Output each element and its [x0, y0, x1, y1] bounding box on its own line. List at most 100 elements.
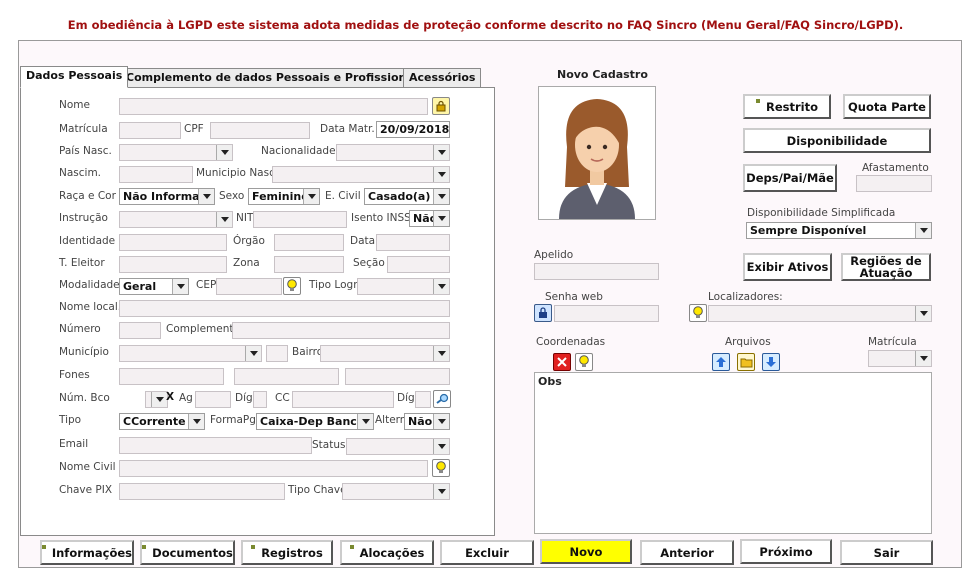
- marker-dot: [42, 545, 46, 549]
- disp-simplificada-select[interactable]: Sempre Disponível: [746, 222, 932, 239]
- disponibilidade-button[interactable]: Disponibilidade: [743, 128, 931, 153]
- instrucao-select[interactable]: [119, 211, 233, 228]
- lock-icon[interactable]: [432, 97, 450, 115]
- municipio-uf-input[interactable]: [266, 345, 288, 362]
- dig-ag-label: Díg: [235, 392, 253, 404]
- nacionalidade-select[interactable]: [336, 144, 450, 161]
- lightbulb-icon[interactable]: [575, 353, 593, 371]
- exibir-ativos-button[interactable]: Exibir Ativos: [743, 253, 832, 281]
- pais-nasc-select[interactable]: [119, 144, 233, 161]
- photo-frame[interactable]: [538, 86, 656, 220]
- sexo-label: Sexo: [219, 190, 245, 202]
- afastamento-label: Afastamento: [862, 162, 929, 174]
- estado-civil-select[interactable]: Casado(a): [364, 188, 450, 205]
- formapg-label: FormaPg:: [210, 414, 260, 426]
- proximo-label: Próximo: [759, 544, 813, 559]
- novo-button[interactable]: Novo: [540, 539, 632, 564]
- cc-input[interactable]: [292, 391, 394, 408]
- chave-pix-input[interactable]: [119, 483, 285, 500]
- matricula-right-select[interactable]: [868, 350, 932, 367]
- tipo-label: Tipo: [59, 414, 82, 426]
- restrito-label: Restrito: [765, 99, 818, 114]
- senha-web-input[interactable]: [554, 305, 659, 322]
- search-icon[interactable]: [433, 390, 451, 408]
- dig-ag-input[interactable]: [253, 391, 267, 408]
- apelido-input[interactable]: [534, 263, 659, 280]
- anterior-button[interactable]: Anterior: [640, 540, 734, 565]
- tipo-chave-select[interactable]: [342, 483, 450, 500]
- ag-label: Ag: [179, 392, 193, 404]
- cpf-input[interactable]: [210, 122, 310, 139]
- email-label: Email: [59, 438, 89, 450]
- altern-select[interactable]: Não: [404, 413, 450, 430]
- titulo-eleitor-input[interactable]: [119, 256, 227, 273]
- tab-dados-pessoais[interactable]: Dados Pessoais: [20, 66, 129, 88]
- fone3-input[interactable]: [345, 368, 450, 385]
- nascim-input[interactable]: [119, 166, 193, 183]
- localizadores-select[interactable]: [708, 305, 932, 322]
- dig-cc-input[interactable]: [415, 391, 431, 408]
- download-icon[interactable]: [762, 353, 780, 371]
- municipio-nasc-select[interactable]: [272, 166, 450, 183]
- estado-civil-value: Casado(a): [368, 190, 431, 203]
- close-icon[interactable]: [553, 353, 571, 371]
- email-input[interactable]: [119, 437, 312, 454]
- agencia-input[interactable]: [195, 391, 231, 408]
- raca-cor-select[interactable]: Não Informad: [119, 188, 215, 205]
- quota-parte-button[interactable]: Quota Parte: [843, 94, 931, 119]
- data-input[interactable]: [376, 234, 450, 251]
- nome-civil-input[interactable]: [119, 460, 428, 477]
- afastamento-input[interactable]: [856, 175, 932, 192]
- nome-input[interactable]: [119, 98, 428, 115]
- banco-select[interactable]: [145, 391, 168, 408]
- isento-inss-select[interactable]: Não: [409, 210, 450, 227]
- marker-dot: [142, 545, 147, 549]
- informacoes-button[interactable]: Informações: [40, 540, 134, 565]
- documentos-button[interactable]: Documentos: [140, 540, 235, 565]
- bairro-select[interactable]: [320, 345, 450, 362]
- cc-label: CC: [275, 392, 290, 404]
- excluir-button[interactable]: Excluir: [440, 540, 534, 565]
- fone2-input[interactable]: [234, 368, 339, 385]
- tipo-logr-select[interactable]: [357, 278, 450, 295]
- alocacoes-button[interactable]: Alocações: [340, 540, 434, 565]
- sair-button[interactable]: Sair: [840, 540, 933, 565]
- status-select[interactable]: [346, 438, 450, 455]
- data-matr-input[interactable]: 20/09/2018: [376, 121, 450, 138]
- matricula-input[interactable]: [119, 122, 181, 139]
- orgao-label: Órgão: [233, 235, 265, 247]
- restrito-button[interactable]: Restrito: [743, 94, 831, 119]
- nome-local-input[interactable]: [119, 300, 450, 317]
- fone1-input[interactable]: [119, 368, 224, 385]
- tab-acessorios[interactable]: Acessórios: [403, 68, 482, 87]
- obs-textarea[interactable]: Obs: [534, 372, 932, 534]
- lightbulb-icon[interactable]: [432, 459, 450, 477]
- regioes-atuacao-button[interactable]: Regiões de Atuação: [841, 253, 931, 281]
- complemento-input[interactable]: [232, 322, 450, 339]
- folder-icon[interactable]: [737, 353, 755, 371]
- proximo-button[interactable]: Próximo: [740, 539, 832, 564]
- formapg-select[interactable]: Caixa-Dep Bancari: [256, 413, 374, 430]
- apelido-label: Apelido: [534, 249, 574, 261]
- secao-input[interactable]: [387, 256, 450, 273]
- zona-input[interactable]: [274, 256, 344, 273]
- cep-label: CEP: [196, 279, 217, 291]
- municipio-select[interactable]: [119, 345, 262, 362]
- numero-input[interactable]: [119, 322, 161, 339]
- sexo-select[interactable]: Feminino: [248, 188, 320, 205]
- upload-icon[interactable]: [712, 353, 730, 371]
- identidade-input[interactable]: [119, 234, 227, 251]
- disponibilidade-label: Disponibilidade: [786, 133, 888, 148]
- registros-button[interactable]: Registros: [241, 540, 333, 565]
- tipo-select[interactable]: CCorrente: [119, 413, 205, 430]
- nit-input[interactable]: [253, 211, 347, 228]
- orgao-input[interactable]: [274, 234, 344, 251]
- lightbulb-icon[interactable]: [689, 304, 707, 322]
- modalidade-select[interactable]: Geral: [119, 278, 189, 295]
- estado-civil-label: E. Civil: [325, 190, 361, 202]
- tab-complemento[interactable]: Complemento de dados Pessoais e Profissi…: [120, 68, 431, 87]
- deps-button[interactable]: Deps/Pai/Mãe: [743, 164, 837, 192]
- lock-icon[interactable]: [534, 304, 552, 322]
- lightbulb-icon[interactable]: [283, 277, 301, 295]
- cep-input[interactable]: [216, 278, 282, 295]
